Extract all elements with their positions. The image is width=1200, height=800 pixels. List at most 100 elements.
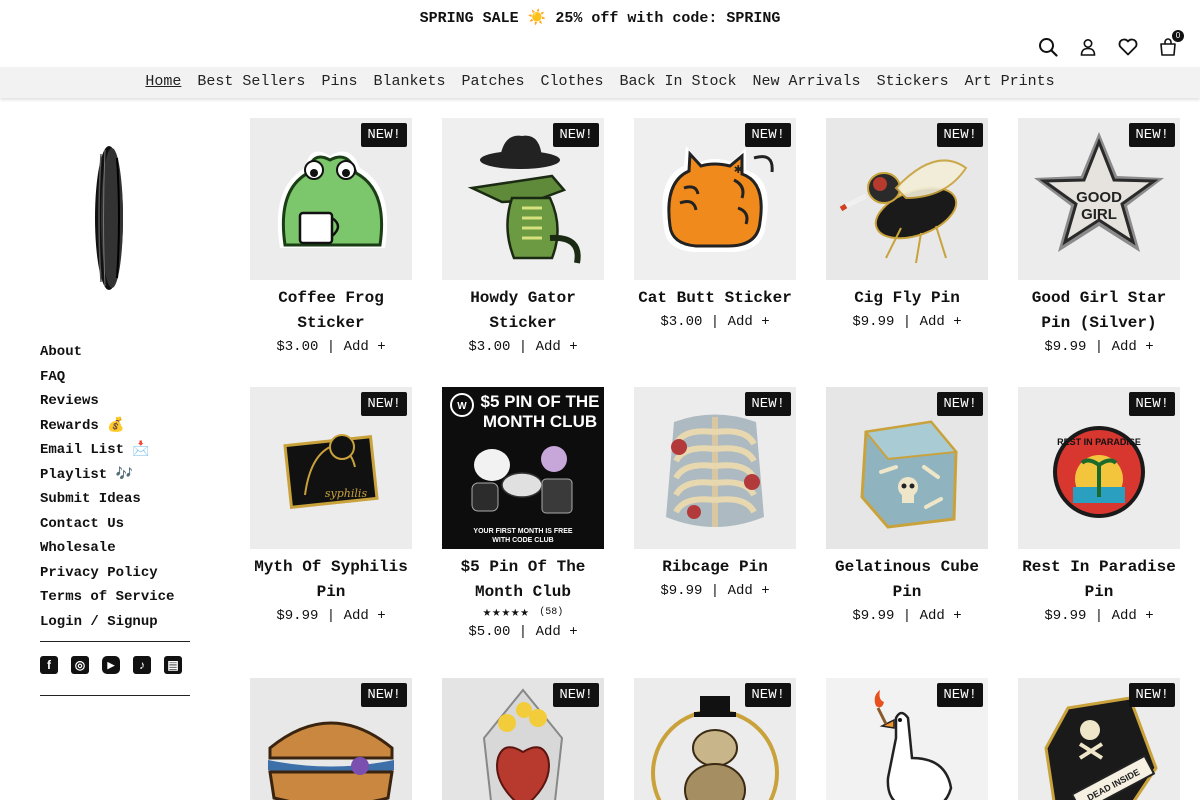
search-icon[interactable]: [1038, 36, 1058, 58]
add-to-cart-button[interactable]: Add +: [920, 314, 962, 330]
product-price: $9.99: [660, 583, 703, 599]
product-card: NEW!: [442, 678, 604, 800]
product-price: $9.99: [852, 608, 895, 624]
svg-text:YOUR FIRST MONTH IS FREE: YOUR FIRST MONTH IS FREE: [473, 528, 573, 535]
product-image[interactable]: NEW!: [634, 387, 796, 549]
price-separator: |: [1086, 608, 1112, 624]
product-price: $9.99: [852, 314, 895, 330]
add-to-cart-button[interactable]: Add +: [536, 624, 578, 640]
instagram-icon[interactable]: ◎: [71, 656, 89, 674]
product-price: $3.00: [468, 339, 511, 355]
product-art-club: W $5 PIN OF THE MONTH CLUB YOUR FIRST MO…: [442, 387, 604, 549]
product-name[interactable]: $5 Pin Of The Month Club: [442, 555, 604, 605]
nav-item-home[interactable]: Home: [145, 67, 181, 97]
add-to-cart-button[interactable]: Add +: [344, 339, 386, 355]
sidebar-link[interactable]: Login / Signup: [40, 610, 190, 635]
new-badge: NEW!: [937, 123, 983, 147]
product-image[interactable]: syphilis NEW!: [250, 387, 412, 549]
sidebar-link[interactable]: Privacy Policy: [40, 561, 190, 586]
product-price-row: $3.00 | Add +: [634, 311, 796, 334]
store-logo[interactable]: [91, 144, 127, 292]
sidebar-link[interactable]: Contact Us: [40, 512, 190, 537]
product-price-row: $9.99 | Add +: [826, 605, 988, 628]
new-badge: NEW!: [745, 683, 791, 707]
youtube-icon[interactable]: ▶: [102, 656, 120, 674]
add-to-cart-button[interactable]: Add +: [920, 608, 962, 624]
product-card: REST IN PARADISE NEW! Rest In Paradise Pin…: [1018, 387, 1180, 628]
product-card: NEW! Coffee Frog Sticker $3.00 | Add +: [250, 118, 412, 359]
facebook-icon[interactable]: f: [40, 656, 58, 674]
nav-item-clothes[interactable]: Clothes: [540, 67, 603, 97]
sidebar-links: About FAQ Reviews Rewards 💰 Email List 📩 Play…: [40, 340, 190, 634]
add-to-cart-button[interactable]: Add +: [728, 583, 770, 599]
product-card: ✱ NEW! Cat Butt Sticker $3.00 | Add +: [634, 118, 796, 334]
sidebar-link[interactable]: Terms of Service: [40, 585, 190, 610]
heart-icon[interactable]: [1118, 36, 1138, 58]
new-badge: NEW!: [361, 123, 407, 147]
product-price-row: $5.00 | Add +: [442, 621, 604, 644]
product-image[interactable]: NEW!: [250, 118, 412, 280]
product-price: $3.00: [276, 339, 319, 355]
product-name[interactable]: Myth Of Syphilis Pin: [250, 555, 412, 605]
nav-item-pins[interactable]: Pins: [321, 67, 357, 97]
product-image[interactable]: NEW!: [826, 387, 988, 549]
sidebar-link[interactable]: Rewards 💰: [40, 414, 190, 439]
sidebar-link[interactable]: Submit Ideas: [40, 487, 190, 512]
add-to-cart-button[interactable]: Add +: [728, 314, 770, 330]
product-name[interactable]: Rest In Paradise Pin: [1018, 555, 1180, 605]
new-badge: NEW!: [553, 123, 599, 147]
product-name[interactable]: Gelatinous Cube Pin: [826, 555, 988, 605]
nav-item-best-sellers[interactable]: Best Sellers: [197, 67, 305, 97]
new-badge: NEW!: [745, 392, 791, 416]
cart-icon[interactable]: 0: [1158, 30, 1184, 58]
product-image[interactable]: ✱ NEW!: [634, 118, 796, 280]
nav-item-art-prints[interactable]: Art Prints: [965, 67, 1055, 97]
new-badge: NEW!: [937, 392, 983, 416]
sidebar-link[interactable]: Wholesale: [40, 536, 190, 561]
add-to-cart-button[interactable]: Add +: [1112, 339, 1154, 355]
add-to-cart-button[interactable]: Add +: [1112, 608, 1154, 624]
product-image[interactable]: NEW!: [634, 678, 796, 800]
product-name[interactable]: Ribcage Pin: [634, 555, 796, 580]
product-price: $9.99: [1044, 339, 1087, 355]
product-name[interactable]: Coffee Frog Sticker: [250, 286, 412, 336]
tiktok-icon[interactable]: ♪: [133, 656, 151, 674]
product-image[interactable]: W $5 PIN OF THE MONTH CLUB YOUR FIRST MO…: [442, 387, 604, 549]
nav-item-stickers[interactable]: Stickers: [877, 67, 949, 97]
price-separator: |: [1086, 339, 1112, 355]
nav-item-patches[interactable]: Patches: [461, 67, 524, 97]
add-to-cart-button[interactable]: Add +: [344, 608, 386, 624]
svg-text:W: W: [457, 401, 467, 412]
product-image[interactable]: NEW!: [826, 678, 988, 800]
product-image[interactable]: NEW!: [442, 118, 604, 280]
product-name[interactable]: Cig Fly Pin: [826, 286, 988, 311]
sidebar-link[interactable]: About: [40, 340, 190, 365]
product-name[interactable]: Cat Butt Sticker: [634, 286, 796, 311]
account-icon[interactable]: [1078, 36, 1098, 58]
social-links: f ◎ ▶ ♪ ▤: [40, 656, 182, 674]
twitch-icon[interactable]: ▤: [164, 656, 182, 674]
product-image[interactable]: NEW!: [250, 678, 412, 800]
product-price: $5.00: [468, 624, 511, 640]
product-image[interactable]: NEW!: [442, 678, 604, 800]
sidebar-link[interactable]: FAQ: [40, 365, 190, 390]
product-image[interactable]: GOOD GIRL NEW!: [1018, 118, 1180, 280]
product-card: syphilis NEW! Myth Of Syphilis Pin $9.99 | …: [250, 387, 412, 628]
sidebar-link[interactable]: Playlist 🎶: [40, 463, 190, 488]
nav-item-blankets[interactable]: Blankets: [373, 67, 445, 97]
sidebar-link[interactable]: Email List 📩: [40, 438, 190, 463]
product-name[interactable]: Howdy Gator Sticker: [442, 286, 604, 336]
product-price-row: $3.00 | Add +: [250, 336, 412, 359]
product-image[interactable]: NEW!: [826, 118, 988, 280]
add-to-cart-button[interactable]: Add +: [536, 339, 578, 355]
product-name[interactable]: Good Girl Star Pin (Silver): [1018, 286, 1180, 336]
nav-item-back-in-stock[interactable]: Back In Stock: [620, 67, 737, 97]
sidebar-link[interactable]: Reviews: [40, 389, 190, 414]
main-nav: Home Best Sellers Pins Blankets Patches Cloth…: [0, 67, 1200, 98]
nav-item-new-arrivals[interactable]: New Arrivals: [753, 67, 861, 97]
product-price: $9.99: [276, 608, 319, 624]
product-card: DEAD INSIDE NEW!: [1018, 678, 1180, 800]
product-image[interactable]: DEAD INSIDE NEW!: [1018, 678, 1180, 800]
product-image[interactable]: REST IN PARADISE NEW!: [1018, 387, 1180, 549]
art-text: GOOD: [1076, 189, 1122, 206]
